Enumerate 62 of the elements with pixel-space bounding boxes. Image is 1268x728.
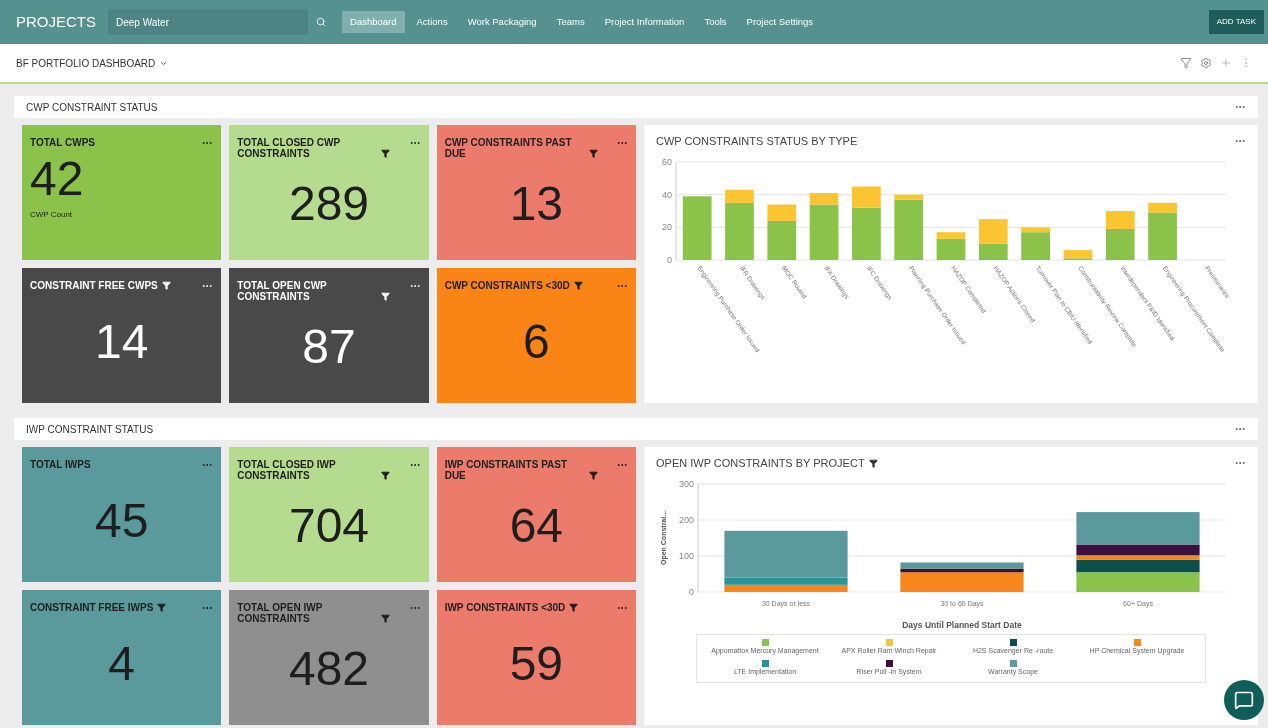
brand-title: PROJECTS xyxy=(16,11,96,32)
tile-value: 289 xyxy=(288,177,370,230)
tile-title: TOTAL IWPS xyxy=(30,459,91,470)
filter-icon[interactable] xyxy=(588,149,598,158)
axis-tick-label: 20 xyxy=(662,221,672,232)
tile-value: 87 xyxy=(302,320,356,373)
search-icon[interactable] xyxy=(316,17,326,27)
tile-value: 6 xyxy=(522,315,550,368)
nav-tab[interactable]: Dashboard xyxy=(342,11,405,33)
section-title: CWP CONSTRAINT STATUS xyxy=(26,100,158,115)
tile-value: 42 xyxy=(30,153,85,205)
chart-title: OPEN IWP CONSTRAINTS BY PROJECT xyxy=(656,456,865,471)
tile-title: TOTAL CWPS xyxy=(30,137,95,148)
tile-title: CONSTRAINT FREE IWPS xyxy=(30,602,154,613)
tile-value: 13 xyxy=(509,177,563,230)
tile-value: 482 xyxy=(288,642,370,695)
axis-tick-label: 100 xyxy=(678,550,694,561)
filter-icon[interactable] xyxy=(381,471,391,480)
tile-value: 4 xyxy=(108,637,135,690)
tile-title: TOTAL OPEN CWP CONSTRAINTS xyxy=(237,280,328,302)
tile-title: IWP CONSTRAINTS <30D xyxy=(444,602,566,613)
tile-title: CONSTRAINT FREE CWPS xyxy=(30,280,158,291)
filter-icon[interactable] xyxy=(569,603,579,612)
tile-value: 64 xyxy=(509,499,563,552)
filter-icon[interactable] xyxy=(573,281,583,290)
filter-icon[interactable] xyxy=(157,603,167,612)
tile-title: TOTAL CLOSED IWP CONSTRAINTS xyxy=(237,459,337,481)
section-title: IWP CONSTRAINT STATUS xyxy=(26,422,154,437)
nav-tab[interactable]: Tools xyxy=(696,11,735,33)
chart-title: CWP CONSTRAINTS STATUS BY TYPE xyxy=(656,134,858,149)
axis-tick-label: 300 xyxy=(678,478,694,489)
tile-title: IWP CONSTRAINTS PAST DUE xyxy=(444,459,569,481)
axis-tick-label: 0 xyxy=(667,254,672,265)
nav-tab[interactable]: Project Information xyxy=(596,11,693,33)
nav-tab[interactable]: Teams xyxy=(548,11,593,33)
tile-title: TOTAL OPEN IWP CONSTRAINTS xyxy=(237,602,324,624)
add-task-button[interactable]: ADD TASK xyxy=(1208,10,1264,34)
bar-segment xyxy=(682,195,712,260)
tile-title: CWP CONSTRAINTS PAST DUE xyxy=(444,137,573,159)
axis-title: Days Until Planned Start Date xyxy=(902,619,1022,630)
tile-title: TOTAL CLOSED CWP CONSTRAINTS xyxy=(237,137,341,159)
nav-tab[interactable]: Project Settings xyxy=(738,11,822,33)
tile-value: 14 xyxy=(94,315,149,368)
chat-icon xyxy=(1234,690,1254,710)
axis-tick-label: 60 xyxy=(662,156,672,167)
settings-icon[interactable] xyxy=(1200,57,1212,69)
tile-value: 704 xyxy=(288,499,370,552)
nav-tab[interactable]: Work Packaging xyxy=(459,11,545,33)
dashboard-title[interactable]: BF PORTFOLIO DASHBOARD xyxy=(16,55,156,71)
tile-value: 45 xyxy=(94,494,149,547)
axis-tick-label: 0 xyxy=(689,586,694,597)
tile-title: CWP CONSTRAINTS <30D xyxy=(444,280,570,291)
tile-subtitle: CWP Count xyxy=(30,209,74,221)
tile-value: 59 xyxy=(509,637,563,690)
filter-icon[interactable] xyxy=(381,614,391,623)
nav-tab[interactable]: Actions xyxy=(408,11,456,33)
axis-tick-label: 200 xyxy=(678,514,694,525)
filter-icon[interactable] xyxy=(868,458,878,468)
search-field[interactable]: Deep Water xyxy=(108,9,308,35)
filter-icon[interactable] xyxy=(588,471,598,480)
filter-icon[interactable] xyxy=(381,149,391,158)
axis-tick-label: 40 xyxy=(662,189,672,200)
